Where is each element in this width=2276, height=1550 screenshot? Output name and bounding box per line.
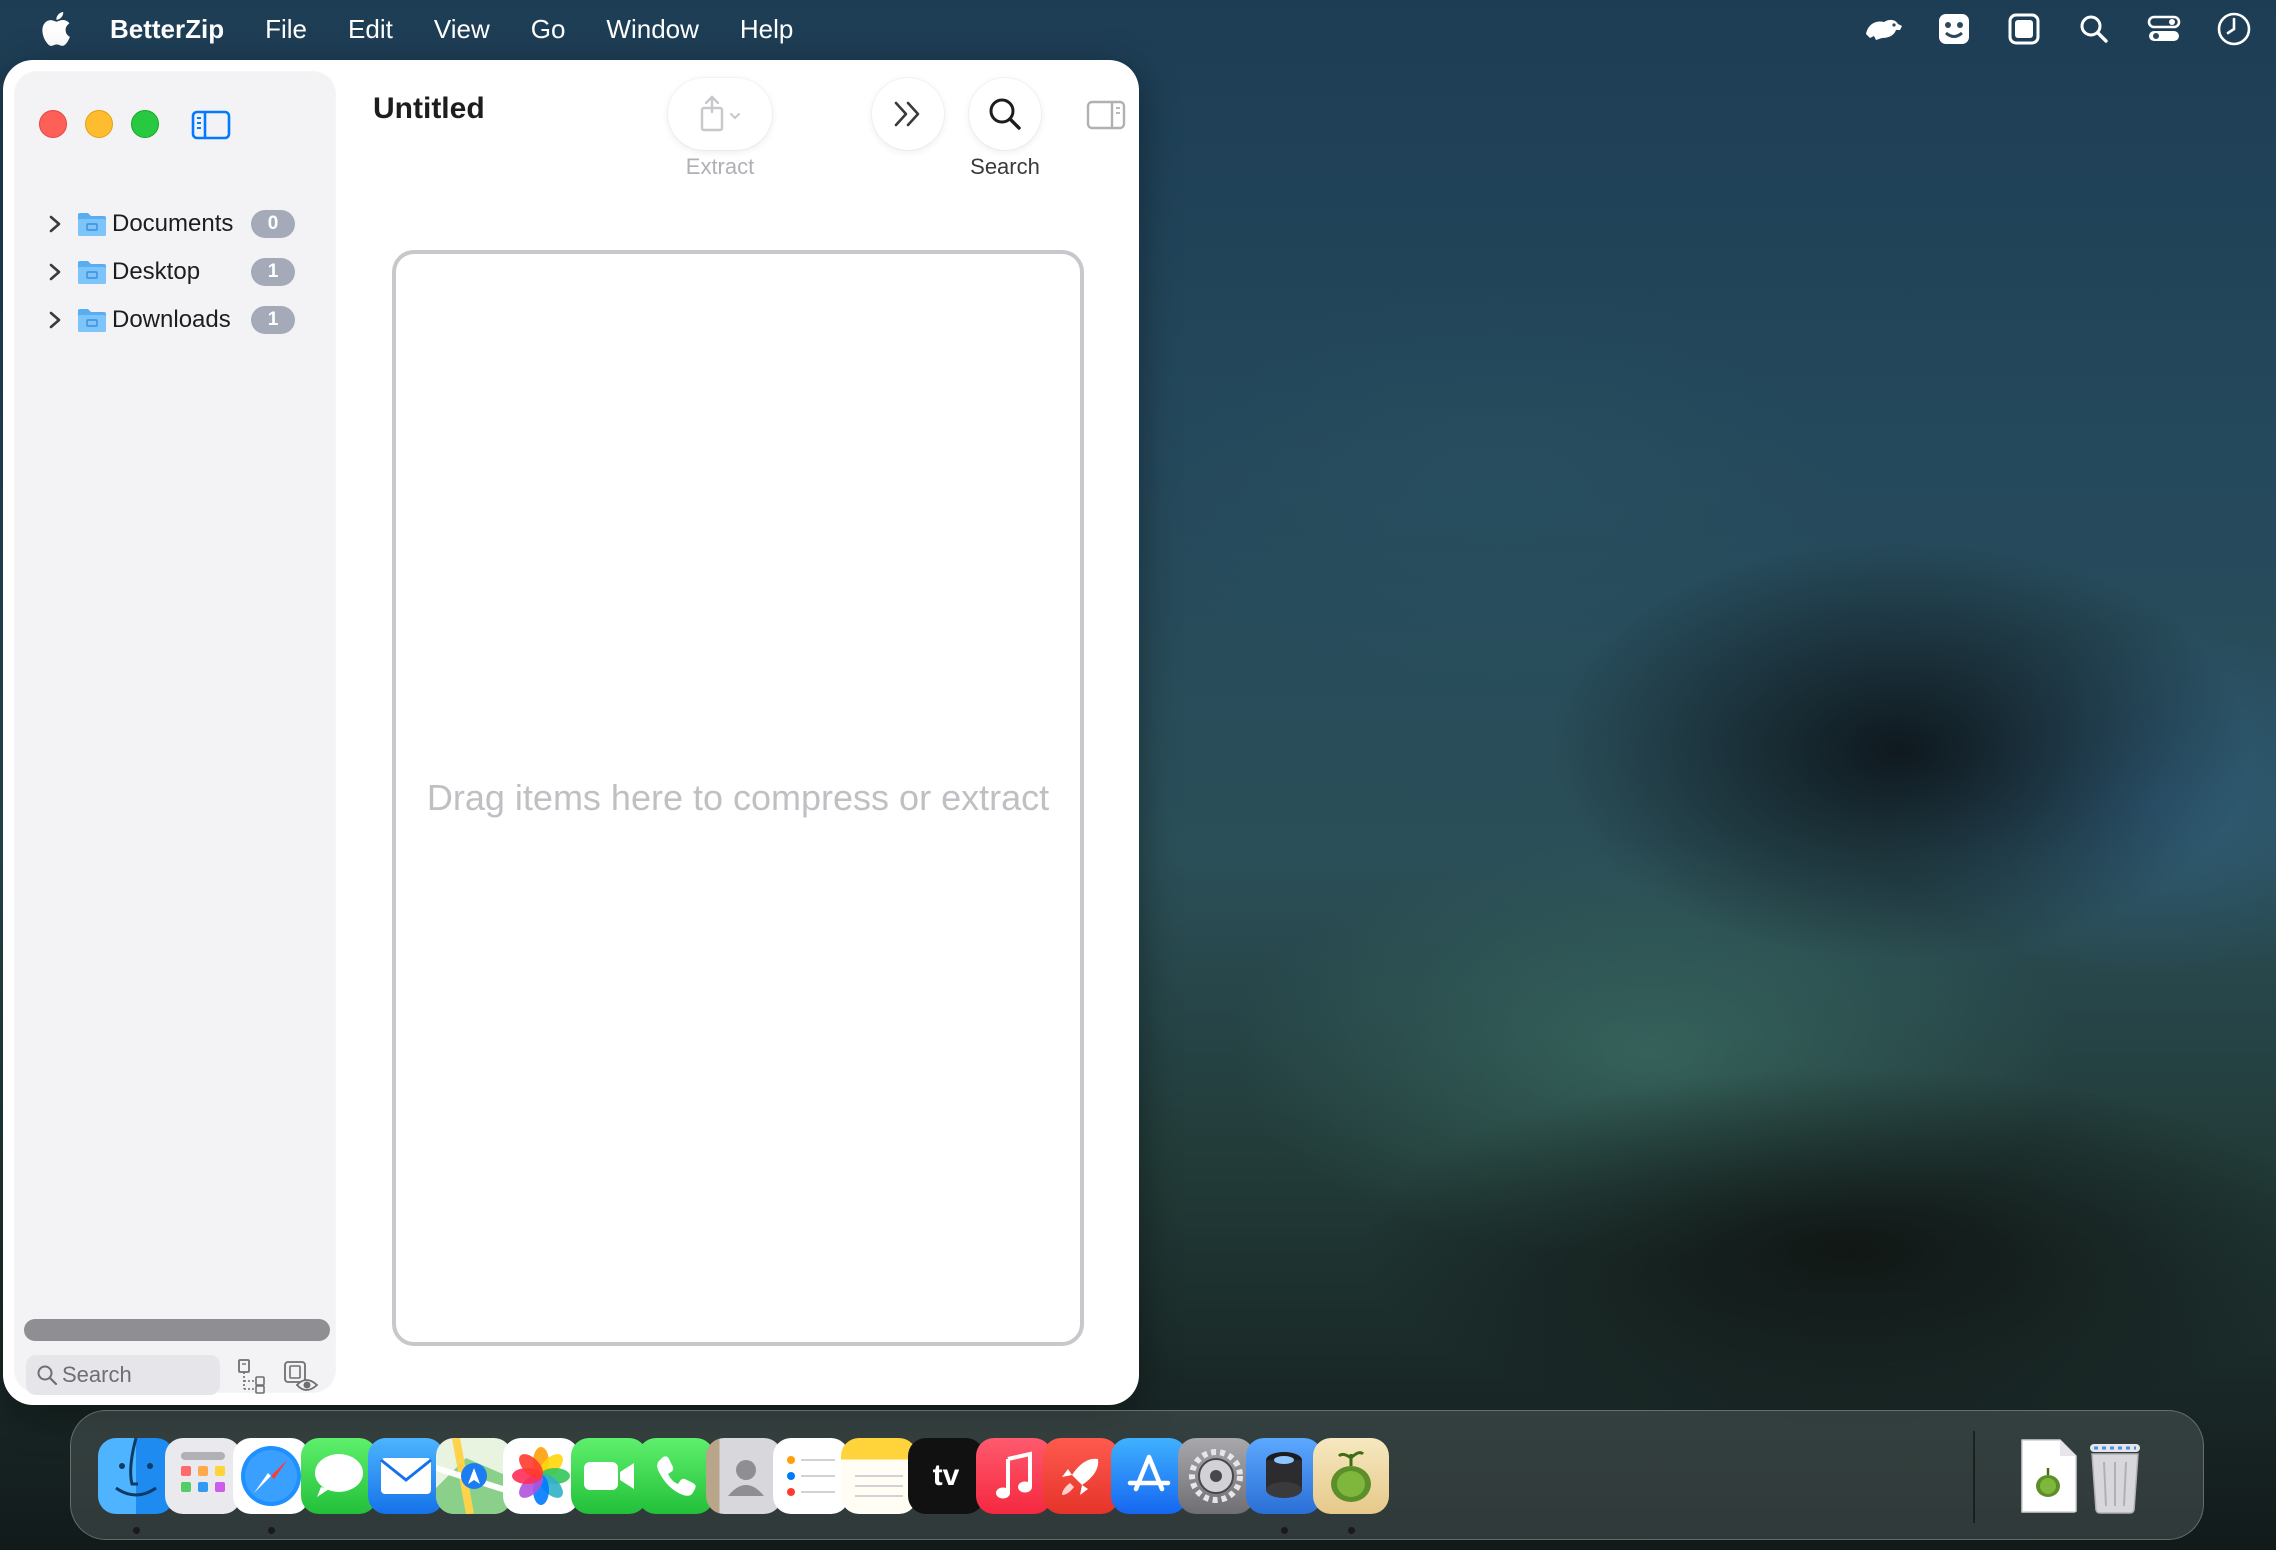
spotlight-search-icon[interactable]: [2072, 7, 2116, 51]
sidebar-search-field[interactable]: Search: [26, 1355, 220, 1395]
running-indicator: [268, 1527, 275, 1534]
apple-menu-icon[interactable]: [36, 9, 76, 49]
sidebar-scrollbar[interactable]: [24, 1319, 330, 1341]
more-toolbar-items-button[interactable]: [872, 78, 944, 150]
dock-separator: [1973, 1431, 1975, 1523]
menu-edit[interactable]: Edit: [348, 14, 393, 45]
messages-icon[interactable]: [301, 1438, 377, 1514]
zoom-button[interactable]: [131, 110, 159, 138]
launchpad-icon[interactable]: [165, 1438, 241, 1514]
search-button[interactable]: [969, 78, 1041, 150]
running-indicator: [133, 1527, 140, 1534]
sidebar-search-placeholder: Search: [62, 1362, 132, 1387]
menu-file[interactable]: File: [265, 14, 307, 45]
rocketsim-icon[interactable]: [1043, 1438, 1119, 1514]
folder-icon: [77, 211, 107, 237]
folder-icon: [77, 259, 107, 285]
archive-file-icon[interactable]: [2010, 1438, 2086, 1514]
dock: tv: [70, 1410, 2204, 1540]
face-icon[interactable]: [1932, 7, 1976, 51]
status-area: [1836, 0, 2276, 58]
folder-row-documents[interactable]: Documents 0: [15, 200, 335, 248]
tv-icon-label: tv: [932, 1459, 960, 1492]
notes-icon[interactable]: [841, 1438, 917, 1514]
folder-icon: [77, 307, 107, 333]
drop-zone-hint: Drag items here to compress or extract: [426, 777, 1050, 818]
menu-view[interactable]: View: [434, 14, 490, 45]
count-badge: 1: [251, 258, 295, 286]
reminders-icon[interactable]: [773, 1438, 849, 1514]
apple-tv-icon[interactable]: tv: [908, 1438, 984, 1514]
drop-zone[interactable]: Drag items here to compress or extract: [392, 250, 1084, 1346]
menu-help[interactable]: Help: [740, 14, 793, 45]
search-icon: [36, 1364, 58, 1386]
phone-icon[interactable]: [638, 1438, 714, 1514]
control-center-icon[interactable]: [2142, 7, 2186, 51]
photos-icon[interactable]: [503, 1438, 579, 1514]
menu-go[interactable]: Go: [531, 14, 566, 45]
clock-icon[interactable]: [2212, 7, 2256, 51]
music-icon[interactable]: [976, 1438, 1052, 1514]
window-title: Untitled: [373, 92, 485, 125]
count-badge: 0: [251, 210, 295, 238]
trash-icon[interactable]: [2077, 1438, 2153, 1514]
folder-label: Downloads: [112, 306, 231, 333]
sidebar: Documents 0 Desktop 1 Downloads 1 Search: [15, 72, 335, 1395]
stage-manager-icon[interactable]: [2002, 7, 2046, 51]
minimize-button[interactable]: [85, 110, 113, 138]
chevron-right-icon[interactable]: [45, 260, 65, 284]
folder-row-downloads[interactable]: Downloads 1: [15, 296, 335, 344]
extract-label: Extract: [685, 154, 755, 179]
chevron-right-icon[interactable]: [45, 308, 65, 332]
menu-app-name[interactable]: BetterZip: [110, 14, 224, 45]
running-indicator: [1281, 1527, 1288, 1534]
betterzip-icon[interactable]: [1313, 1438, 1389, 1514]
folder-tree: Documents 0 Desktop 1 Downloads 1: [15, 200, 335, 344]
menu-bar: BetterZip File Edit View Go Window Help: [0, 0, 2276, 58]
quick-look-icon[interactable]: [281, 1354, 321, 1398]
hierarchy-icon[interactable]: [233, 1354, 273, 1398]
sidebar-toggle-icon[interactable]: [191, 110, 231, 140]
chevron-right-icon[interactable]: [45, 212, 65, 236]
system-settings-icon[interactable]: [1178, 1438, 1254, 1514]
facetime-icon[interactable]: [571, 1438, 647, 1514]
close-button[interactable]: [39, 110, 67, 138]
inspector-toggle-icon[interactable]: [1086, 100, 1126, 130]
finder-icon[interactable]: [98, 1438, 174, 1514]
mail-icon[interactable]: [368, 1438, 444, 1514]
contacts-icon[interactable]: [706, 1438, 782, 1514]
folder-label: Documents: [112, 210, 234, 237]
app-store-icon[interactable]: [1111, 1438, 1187, 1514]
count-badge: 1: [251, 306, 295, 334]
folder-row-desktop[interactable]: Desktop 1: [15, 248, 335, 296]
menu-window[interactable]: Window: [606, 14, 698, 45]
folder-label: Desktop: [112, 258, 201, 285]
beaver-icon[interactable]: [1862, 7, 1906, 51]
scanner-icon[interactable]: [1246, 1438, 1322, 1514]
betterzip-window: Documents 0 Desktop 1 Downloads 1 Search…: [3, 60, 1139, 1405]
maps-icon[interactable]: [436, 1438, 512, 1514]
extract-button[interactable]: [668, 78, 772, 150]
safari-icon[interactable]: [233, 1438, 309, 1514]
search-label: Search: [970, 154, 1040, 179]
running-indicator: [1348, 1527, 1355, 1534]
